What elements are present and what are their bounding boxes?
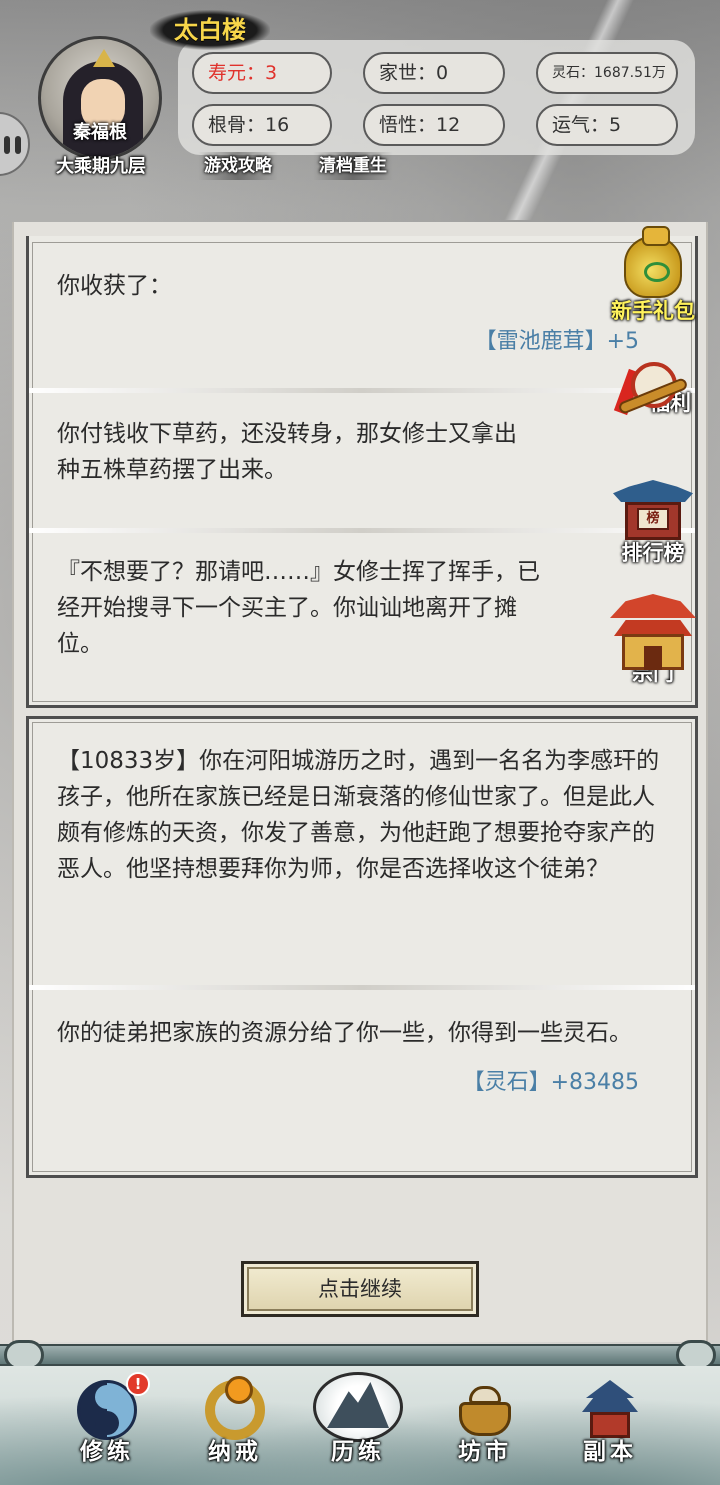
nav-label: 纳戒 [208, 1439, 262, 1465]
stat-value: 0 [436, 62, 449, 84]
character-realm: 大乘期九层 [56, 156, 146, 177]
welfare-button[interactable]: 福利 [593, 362, 713, 416]
stat-label: 运气： [552, 114, 610, 136]
ranking-pavilion-icon: 榜 [613, 476, 693, 546]
avatar-crown-icon [93, 49, 115, 67]
newbie-gift-button[interactable]: 新手礼包 [593, 226, 713, 324]
game-guide-link[interactable]: 游戏攻略 [198, 152, 278, 180]
nav-label: 坊市 [458, 1439, 512, 1465]
stat-family: 家世：0 [363, 52, 505, 94]
temple-door [644, 646, 662, 670]
cauldron-icon [455, 1380, 515, 1440]
stat-comprehension: 悟性：12 [363, 104, 505, 146]
nav-label: 副本 [583, 1439, 637, 1465]
scroll-rod-divider [0, 1344, 720, 1366]
nav-storage-ring[interactable]: 纳戒 [180, 1366, 290, 1485]
temple-roof-lower [614, 620, 692, 636]
stat-value: 5 [609, 114, 622, 136]
log-entry: 你的徒弟把家族的资源分给了你一些，你得到一些灵石。 【灵石】+83485 [29, 985, 695, 1175]
ranking-plaque: 榜 [637, 508, 669, 530]
reset-save-link[interactable]: 清档重生 [313, 152, 393, 180]
stat-label: 寿元： [208, 62, 266, 84]
bottom-nav: ! 修练 纳戒 历练 坊市 副本 [0, 1366, 720, 1485]
drum-icon [613, 362, 689, 418]
pagoda-roof-lower [582, 1398, 638, 1412]
stat-value: 1687.51万 [594, 65, 666, 81]
log-text-line: 『不想要了？那请吧……』女修士挥了挥手，已 [57, 559, 540, 585]
side-menu-tab[interactable] [0, 112, 30, 176]
stat-root-bone: 根骨：16 [192, 104, 332, 146]
stats-panel: 寿元：3 家世：0 灵石：1687.51万 根骨：16 悟性：12 运气：5 [178, 40, 695, 155]
log-text: 你收获了： [57, 273, 172, 299]
pagoda-icon [580, 1380, 640, 1440]
log-text: 【10833岁】你在河阳城游历之时，遇到一名名为李感玕的孩子，他所在家族已经是日… [57, 748, 660, 882]
cauldron-pot [459, 1402, 511, 1436]
nav-cultivate[interactable]: ! 修练 [52, 1366, 162, 1485]
character-name: 秦福根 [73, 122, 127, 143]
pagoda-roof [586, 1380, 634, 1398]
stat-luck: 运气：5 [536, 104, 678, 146]
nav-market[interactable]: 坊市 [430, 1366, 540, 1485]
stat-value: 12 [436, 114, 461, 136]
stat-label: 根骨： [208, 114, 266, 136]
stat-spirit-stones: 灵石：1687.51万 [536, 52, 678, 94]
stat-lifespan: 寿元：3 [192, 52, 332, 94]
log-text-line: 种五株草药摆了出来。 [57, 457, 287, 483]
log-text-line: 经开始搜寻下一个买主了。你讪讪地离开了摊 [57, 595, 517, 621]
ranking-button[interactable]: 榜 排行榜 [593, 476, 713, 566]
log-reward: 【雷池鹿茸】+5 [474, 329, 639, 354]
stat-label: 悟性： [379, 114, 437, 136]
nav-label: 历练 [331, 1439, 385, 1465]
log-text: 你的徒弟把家族的资源分给了你一些，你得到一些灵石。 [57, 1020, 632, 1046]
alert-badge: ! [126, 1372, 150, 1396]
temple-roof [610, 594, 696, 618]
nav-dungeon[interactable]: 副本 [555, 1366, 665, 1485]
sect-temple-icon [610, 594, 696, 674]
pavilion-roof [613, 480, 693, 502]
header: 寿元：3 家世：0 灵石：1687.51万 根骨：16 悟性：12 运气：5 太… [0, 0, 720, 220]
stat-label: 家世： [379, 62, 437, 84]
gift-bag-icon [624, 226, 682, 298]
log-text-line: 位。 [57, 631, 103, 657]
nav-adventure[interactable]: 历练 [303, 1366, 413, 1485]
newbie-gift-label: 新手礼包 [611, 299, 695, 323]
stat-value: 16 [265, 114, 290, 136]
log-card-current: 【10833岁】你在河阳城游历之时，遇到一名名为李感玕的孩子，他所在家族已经是日… [26, 716, 698, 1178]
log-text-line: 你付钱收下草药，还没转身，那女修士又拿出 [57, 421, 517, 447]
stat-value: 3 [265, 62, 278, 84]
continue-button[interactable]: 点击继续 [241, 1261, 479, 1317]
log-reward: 【灵石】+83485 [462, 1070, 639, 1095]
sect-button[interactable]: 宗门 [593, 594, 713, 686]
stat-label: 灵石： [552, 65, 594, 81]
log-entry: 【10833岁】你在河阳城游历之时，遇到一名名为李感玕的孩子，他所在家族已经是日… [29, 719, 695, 985]
nav-label: 修练 [80, 1439, 134, 1465]
ring-icon [205, 1376, 265, 1440]
